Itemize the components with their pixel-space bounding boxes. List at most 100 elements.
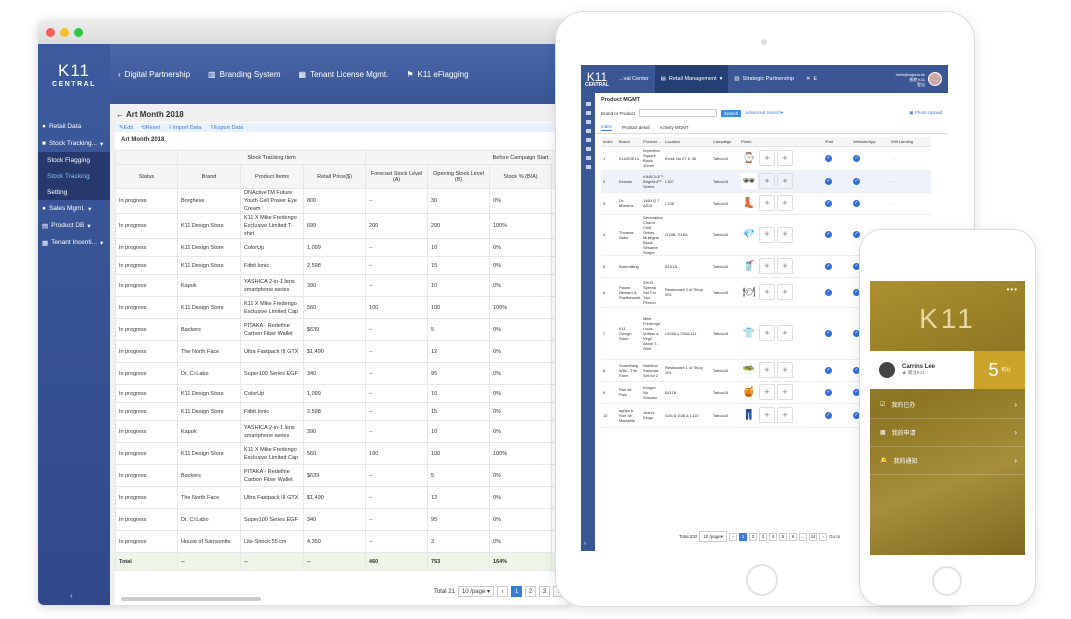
add-photo-button[interactable]: + — [759, 226, 775, 243]
check-icon[interactable]: ✓ — [825, 154, 832, 162]
import-button[interactable]: ⇩Import Data — [168, 125, 201, 131]
table-row[interactable]: In progress Kapok YASHICA 2-in-1 lens smar… — [115, 274, 563, 297]
check-icon[interactable]: ✓ — [825, 262, 832, 270]
page-6[interactable]: 6 — [789, 532, 798, 541]
export-button[interactable]: ⇧Export Data — [209, 125, 243, 131]
nav-icon[interactable] — [585, 138, 591, 142]
more-icon[interactable]: ··· — [889, 170, 931, 193]
table-row[interactable]: In progress Kapok YASHICA 2-in-1 lens smar… — [115, 420, 563, 443]
check-icon[interactable]: ✓ — [853, 231, 860, 238]
nav-icon[interactable] — [585, 111, 591, 115]
product-photo[interactable]: 👕 — [741, 325, 757, 341]
sidebar-item-stock-tracking[interactable]: ■ Stock Tracking... ▾ — [38, 135, 110, 152]
horizontal-scrollbar[interactable] — [121, 597, 261, 601]
reset-button[interactable]: ⟲Reset — [141, 125, 160, 131]
page-2[interactable]: 2 — [749, 532, 758, 541]
more-icon[interactable]: ··· — [889, 192, 931, 215]
page-size-select[interactable]: 10 /page ▾ — [699, 531, 728, 542]
page-1[interactable]: 1 — [739, 532, 748, 541]
table-row[interactable]: In progress Backers PITAKA - Redefine Carb… — [115, 464, 563, 487]
table-row[interactable]: In progress Backers PITAKA - Redefine Carb… — [115, 318, 563, 341]
table-row[interactable]: In progress The North Face Ultra Fastpack … — [115, 486, 563, 509]
topnav-k11-eflagging[interactable]: ⚑ K11 eFlagging — [406, 70, 468, 79]
nav-icon[interactable] — [585, 156, 591, 160]
search-button[interactable]: Search — [721, 109, 742, 117]
add-photo-button[interactable]: + — [759, 325, 775, 341]
check-icon[interactable]: ✓ — [825, 366, 832, 374]
edit-button[interactable]: ✎Edit — [119, 125, 133, 131]
nav-icon[interactable] — [585, 147, 591, 151]
check-icon[interactable]: ✓ — [853, 388, 860, 396]
page-5[interactable]: 5 — [779, 532, 788, 541]
page-1[interactable]: 1 — [511, 586, 522, 597]
add-photo-button[interactable]: + — [759, 173, 775, 189]
table-row[interactable]: 2 Kinsole KINSOLE™ Brightful™ Series L307 Ta… — [601, 170, 931, 193]
check-icon[interactable]: ✓ — [825, 329, 832, 337]
add-photo-button[interactable]: + — [759, 195, 775, 211]
nav-icon[interactable] — [585, 129, 591, 133]
menu-item-notice[interactable]: 🔔 我的通知 › — [870, 447, 1025, 475]
add-photo-button[interactable]: + — [759, 284, 775, 300]
menu-item-apply[interactable]: ▦ 我的申请 › — [870, 419, 1025, 447]
table-row[interactable]: In progress House of Samsonite Lite-Shock … — [115, 530, 563, 553]
tablet-home-button[interactable] — [746, 564, 778, 596]
more-icon[interactable]: ··· — [889, 146, 931, 171]
product-photo[interactable]: 🥗 — [741, 362, 757, 378]
k11-logo[interactable]: K11 CENTRAL — [581, 71, 613, 88]
check-icon[interactable]: ✓ — [853, 199, 860, 207]
tab-index[interactable]: Index — [601, 124, 613, 131]
sidebar-item-tenant-incentive[interactable]: ▦ Tenant Incenti... ▾ — [38, 234, 110, 251]
menu-item-done[interactable]: ☑ 我的已办 › — [870, 391, 1025, 419]
product-photo[interactable]: 🕶 — [741, 173, 757, 189]
product-photo[interactable]: 👢 — [741, 195, 757, 211]
table-row[interactable]: In progress K11 Design Store Fitbit Ionic 2… — [115, 256, 563, 275]
add-photo-button[interactable]: + — [759, 150, 775, 166]
tab-e[interactable]: ✕ E — [800, 65, 823, 93]
nav-icon[interactable] — [585, 102, 591, 106]
table-row[interactable]: In progress K11 Design Store ColorUp 1,099-… — [115, 238, 563, 257]
user-menu[interactable]: hello@sujima.hk 香港 K11 登出 — [896, 72, 948, 87]
sidebar-item-sales-mgmt[interactable]: ● Sales Mgmt. ▾ — [38, 200, 110, 217]
table-row[interactable]: In progress K11 Design Store Fitbit Ionic 2… — [115, 402, 563, 421]
topnav-branding-system[interactable]: ▥ Branding System — [208, 70, 280, 79]
product-photo[interactable]: 👖 — [741, 407, 757, 423]
more-icon[interactable]: ••• — [1007, 285, 1018, 294]
sidebar-item-setting[interactable]: Setting — [38, 184, 110, 200]
page-24[interactable]: 24 — [809, 532, 818, 541]
product-photo[interactable]: 🥤 — [741, 258, 757, 274]
expand-icon[interactable]: › — [584, 541, 586, 547]
check-icon[interactable]: ✓ — [853, 177, 860, 185]
tab-strategic-partnership[interactable]: ▥ Strategic Partnership — [728, 65, 800, 93]
add-photo-button[interactable]: + — [759, 258, 775, 274]
tab-product-detail[interactable]: Product detail — [622, 125, 650, 130]
check-icon[interactable]: ✓ — [825, 231, 832, 238]
maximize-dot[interactable] — [74, 27, 83, 37]
add-photo-button[interactable]: + — [759, 384, 775, 400]
search-input[interactable] — [639, 109, 718, 117]
table-row[interactable]: In progress The North Face Ultra Fastpack … — [115, 340, 563, 363]
nav-icon[interactable] — [585, 120, 591, 124]
check-icon[interactable]: ✓ — [853, 288, 860, 296]
prev-page-button[interactable]: ‹ — [729, 532, 738, 541]
minimize-dot[interactable] — [60, 27, 69, 37]
sidebar-item-stock-flagging[interactable]: Stock Flagging — [38, 152, 110, 168]
check-icon[interactable]: ✓ — [825, 411, 832, 419]
check-icon[interactable]: ✓ — [825, 288, 832, 296]
tab-activity-mgmt[interactable]: Activity MGMT — [660, 125, 689, 130]
table-row[interactable]: 3 Dr. Martens 1460 Q 7 ASIA L106 Tattoo16 👢 + +… — [601, 192, 931, 215]
add-photo-button[interactable]: + — [777, 284, 793, 300]
product-photo[interactable]: 🍯 — [741, 384, 757, 400]
add-photo-button[interactable]: + — [777, 362, 793, 378]
table-row[interactable]: In progress K11 Design Store K11 X Mike Fr… — [115, 213, 563, 239]
add-photo-button[interactable]: + — [777, 384, 793, 400]
page-3[interactable]: 3 — [759, 532, 768, 541]
points-badge[interactable]: 5 积分 — [974, 351, 1025, 389]
k11-logo[interactable]: K11 CENTRAL — [38, 44, 110, 104]
table-row[interactable]: In progress Dr. Ci:Labo Super100 Series EG… — [115, 508, 563, 531]
add-photo-button[interactable]: + — [759, 407, 775, 423]
photo-upload-link[interactable]: ▣ Photo Upload — [909, 110, 942, 116]
product-photo[interactable]: 💎 — [741, 226, 757, 243]
table-row[interactable]: In progress K11 Design Store K11 X Mike Fr… — [115, 442, 563, 465]
check-icon[interactable]: ✓ — [853, 154, 860, 162]
add-photo-button[interactable]: + — [777, 150, 793, 166]
